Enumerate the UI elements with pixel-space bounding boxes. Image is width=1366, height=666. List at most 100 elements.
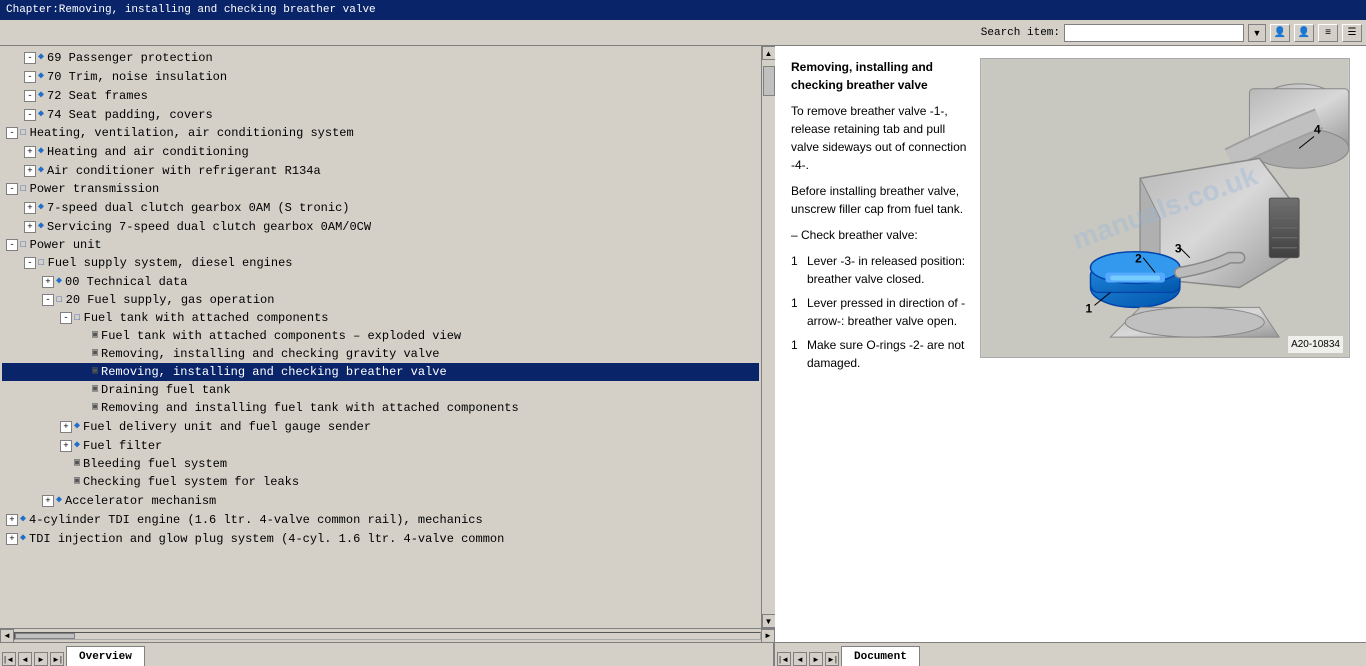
page-icon-17: ▣ <box>92 346 98 362</box>
tab-nav-next[interactable]: ► <box>34 652 48 666</box>
page-icon-20: ▣ <box>92 400 98 416</box>
diamond-icon-6: ◆ <box>38 143 44 160</box>
right-tab-section: |◄ ◄ ► ►| Document <box>775 646 1366 666</box>
tree-item-22[interactable]: +◆Fuel filter <box>2 436 759 455</box>
tree-label-10: Servicing 7-speed dual clutch gearbox 0A… <box>47 219 371 235</box>
expand-icon-1[interactable]: - <box>24 52 36 64</box>
tree-item-13[interactable]: +◆00 Technical data <box>2 272 759 291</box>
toolbar-dropdown-btn[interactable]: ▼ <box>1248 24 1266 42</box>
tree-item-23[interactable]: ▣Bleeding fuel system <box>2 455 759 473</box>
right-tab-nav-prev[interactable]: ◄ <box>793 652 807 666</box>
tree-item-10[interactable]: +◆Servicing 7-speed dual clutch gearbox … <box>2 217 759 236</box>
expand-icon-26[interactable]: + <box>6 514 18 526</box>
title-text: Chapter:Removing, installing and checkin… <box>6 4 376 16</box>
tab-overview[interactable]: Overview <box>66 646 145 666</box>
tree-item-1[interactable]: -◆69 Passenger protection <box>2 48 759 67</box>
right-tab-nav-next[interactable]: ► <box>809 652 823 666</box>
tree-item-26[interactable]: +◆4-cylinder TDI engine (1.6 ltr. 4-valv… <box>2 510 759 529</box>
tree-item-14[interactable]: -☐20 Fuel supply, gas operation <box>2 291 759 309</box>
tree-item-9[interactable]: +◆7-speed dual clutch gearbox 0AM (S tro… <box>2 198 759 217</box>
expand-icon-13[interactable]: + <box>42 276 54 288</box>
tree-item-15[interactable]: -☐Fuel tank with attached components <box>2 309 759 327</box>
diamond-icon-10: ◆ <box>38 218 44 235</box>
tree-item-2[interactable]: -◆70 Trim, noise insulation <box>2 67 759 86</box>
tree-item-8[interactable]: -☐Power transmission <box>2 180 759 198</box>
toolbar-menu-btn2[interactable]: ☰ <box>1342 24 1362 42</box>
tree-item-5[interactable]: -☐Heating, ventilation, air conditioning… <box>2 124 759 142</box>
left-tab-nav: |◄ ◄ ► ►| <box>0 650 66 666</box>
tree-item-4[interactable]: -◆74 Seat padding, covers <box>2 105 759 124</box>
expand-icon-27[interactable]: + <box>6 533 18 545</box>
doc-bullet-1: – Check breather valve: <box>791 226 968 244</box>
expand-icon-7[interactable]: + <box>24 165 36 177</box>
tree-item-12[interactable]: -☐Fuel supply system, diesel engines <box>2 254 759 272</box>
scroll-up-btn[interactable]: ▲ <box>762 46 776 60</box>
tab-nav-last[interactable]: ►| <box>50 652 64 666</box>
tab-document[interactable]: Document <box>841 646 920 666</box>
doc-title: Removing, installing and checking breath… <box>791 58 968 94</box>
page-icon-19: ▣ <box>92 382 98 398</box>
vertical-scrollbar[interactable]: ▲ ▼ <box>761 46 775 628</box>
tree-item-20[interactable]: ▣Removing and installing fuel tank with … <box>2 399 759 417</box>
tree-item-6[interactable]: +◆Heating and air conditioning <box>2 142 759 161</box>
tree-label-24: Checking fuel system for leaks <box>83 474 299 490</box>
expand-icon-10[interactable]: + <box>24 221 36 233</box>
hscroll-left-btn[interactable]: ◄ <box>0 629 14 643</box>
tree-label-9: 7-speed dual clutch gearbox 0AM (S troni… <box>47 200 349 216</box>
tree-label-15: Fuel tank with attached components <box>84 310 329 326</box>
tech-image-box: 1 2 3 4 <box>980 58 1350 358</box>
expand-icon-8[interactable]: - <box>6 183 18 195</box>
tree-item-21[interactable]: +◆Fuel delivery unit and fuel gauge send… <box>2 417 759 436</box>
right-tab-nav-last[interactable]: ►| <box>825 652 839 666</box>
tree-label-27: TDI injection and glow plug system (4-cy… <box>29 531 504 547</box>
expand-icon-25[interactable]: + <box>42 495 54 507</box>
expand-icon-9[interactable]: + <box>24 202 36 214</box>
scroll-down-btn[interactable]: ▼ <box>762 614 776 628</box>
tree-item-18[interactable]: ▣Removing, installing and checking breat… <box>2 363 759 381</box>
expand-icon-3[interactable]: - <box>24 90 36 102</box>
expand-icon-5[interactable]: - <box>6 127 18 139</box>
doc-text-area: Removing, installing and checking breath… <box>791 58 968 630</box>
tab-nav-prev[interactable]: ◄ <box>18 652 32 666</box>
tree-label-16: Fuel tank with attached components – exp… <box>101 328 461 344</box>
svg-text:1: 1 <box>1086 301 1093 315</box>
svg-text:2: 2 <box>1135 252 1142 266</box>
tree-label-8: Power transmission <box>30 181 160 197</box>
tree-label-22: Fuel filter <box>83 438 162 454</box>
expand-icon-4[interactable]: - <box>24 109 36 121</box>
tree-panel: -◆69 Passenger protection-◆70 Trim, nois… <box>0 46 761 628</box>
search-input[interactable] <box>1064 24 1244 42</box>
tree-item-3[interactable]: -◆72 Seat frames <box>2 86 759 105</box>
tree-item-27[interactable]: +◆TDI injection and glow plug system (4-… <box>2 529 759 548</box>
expand-icon-22[interactable]: + <box>60 440 72 452</box>
folder-icon-15: ☐ <box>74 310 81 326</box>
tree-item-19[interactable]: ▣Draining fuel tank <box>2 381 759 399</box>
document-content: Removing, installing and checking breath… <box>775 46 1366 642</box>
toolbar-menu-btn1[interactable]: ≡ <box>1318 24 1338 42</box>
expand-icon-6[interactable]: + <box>24 146 36 158</box>
tree-item-24[interactable]: ▣Checking fuel system for leaks <box>2 473 759 491</box>
tab-nav-first[interactable]: |◄ <box>2 652 16 666</box>
tree-label-13: 00 Technical data <box>65 274 187 290</box>
tree-item-16[interactable]: ▣Fuel tank with attached components – ex… <box>2 327 759 345</box>
tree-item-25[interactable]: +◆Accelerator mechanism <box>2 491 759 510</box>
tree-item-17[interactable]: ▣Removing, installing and checking gravi… <box>2 345 759 363</box>
folder-icon-14: ☐ <box>56 292 63 308</box>
diamond-icon-1: ◆ <box>38 49 44 66</box>
expand-icon-12[interactable]: - <box>24 257 36 269</box>
expand-icon-11[interactable]: - <box>6 239 18 251</box>
tree-item-7[interactable]: +◆Air conditioner with refrigerant R134a <box>2 161 759 180</box>
doc-step-2: 1 Lever pressed in direction of -arrow-:… <box>791 294 968 330</box>
right-tab-nav-first[interactable]: |◄ <box>777 652 791 666</box>
expand-icon-15[interactable]: - <box>60 312 72 324</box>
hscroll-right-btn[interactable]: ► <box>761 629 775 643</box>
right-tab-nav: |◄ ◄ ► ►| <box>775 650 841 666</box>
expand-icon-21[interactable]: + <box>60 421 72 433</box>
diamond-icon-25: ◆ <box>56 492 62 509</box>
toolbar-user-btn2[interactable]: 👤 <box>1294 24 1314 42</box>
tree-item-11[interactable]: -☐Power unit <box>2 236 759 254</box>
expand-icon-2[interactable]: - <box>24 71 36 83</box>
toolbar-user-btn1[interactable]: 👤 <box>1270 24 1290 42</box>
expand-icon-14[interactable]: - <box>42 294 54 306</box>
left-tab-section: |◄ ◄ ► ►| Overview <box>0 646 773 666</box>
